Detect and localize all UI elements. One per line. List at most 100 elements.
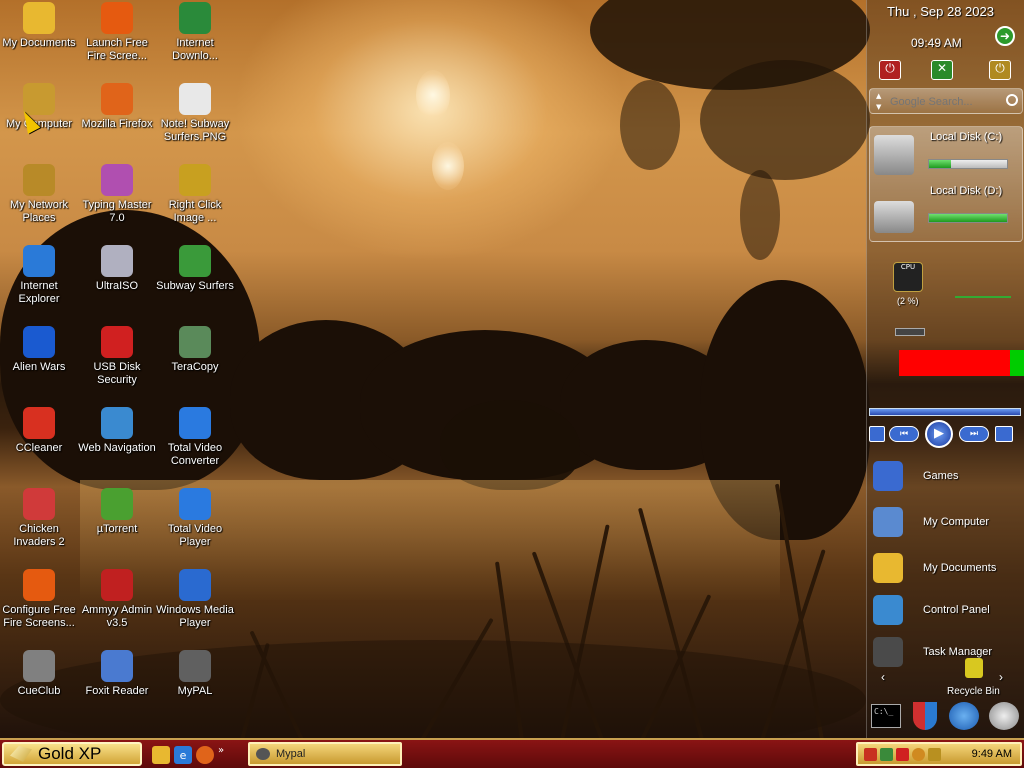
tray-search-icon[interactable] xyxy=(928,747,941,761)
desktop-icon[interactable]: Chicken Invaders 2 xyxy=(0,488,78,566)
desktop-icon[interactable]: Ammyy Admin v3.5 xyxy=(78,569,156,647)
alien-wars-icon xyxy=(23,326,55,358)
recycle-bin-icon[interactable] xyxy=(965,658,983,678)
disk-d-usage-fill xyxy=(929,214,1007,222)
sidebar-item-label: Task Manager xyxy=(923,646,993,658)
taskbar-button-mypal[interactable]: Mypal xyxy=(248,742,402,766)
start-button[interactable]: Gold XP xyxy=(2,742,142,766)
sidebar-scroll-left-icon[interactable]: ‹ xyxy=(881,670,885,684)
restart-button[interactable]: ✕ xyxy=(931,60,953,80)
search-icon[interactable] xyxy=(1006,94,1018,106)
desktop-icon[interactable]: My Documents xyxy=(0,2,78,80)
disk-c-usage-fill xyxy=(929,160,951,168)
desktop-icon[interactable]: Note! Subway Surfers.PNG xyxy=(156,83,234,161)
desktop-icon-label: TeraCopy xyxy=(171,361,219,373)
disk-c-label: Local Disk (C:) xyxy=(930,131,1003,143)
desktop-icon[interactable]: Typing Master 7.0 xyxy=(78,164,156,242)
media-seek-bar[interactable] xyxy=(869,408,1021,416)
cpu-percent: (2 %) xyxy=(897,296,919,306)
show-desktop-icon[interactable] xyxy=(152,746,170,764)
desktop-icon[interactable]: UltraISO xyxy=(78,245,156,323)
desktop-icon[interactable]: Internet Downlo... xyxy=(156,2,234,80)
gear-icon xyxy=(179,164,211,196)
stop-button[interactable] xyxy=(869,426,885,442)
recycle-bin-area: Recycle Bin ‹ › xyxy=(867,658,1024,698)
desktop-icon[interactable]: Mozilla Firefox xyxy=(78,83,156,161)
system-tray: 9:49 AM xyxy=(856,742,1022,766)
quick-launch: e » xyxy=(152,744,224,766)
taskbar-button-label: Mypal xyxy=(276,748,306,760)
taskbar-clock[interactable]: 9:49 AM xyxy=(972,748,1012,760)
teracopy-icon xyxy=(179,326,211,358)
sidebar-item-control-panel[interactable]: Control Panel xyxy=(873,590,1023,630)
desktop-icon[interactable]: MyPAL xyxy=(156,650,234,728)
desktop-icons: My Documents Launch Free Fire Scree... Int… xyxy=(0,0,240,738)
desktop-icon[interactable]: Windows Media Player xyxy=(156,569,234,647)
sidebar-scroll-right-icon[interactable]: › xyxy=(999,670,1003,684)
logoff-button[interactable]: ⏻ xyxy=(989,60,1011,80)
desktop-icon[interactable]: Alien Wars xyxy=(0,326,78,404)
desktop-icon[interactable]: CCleaner xyxy=(0,407,78,485)
tray-app-icon[interactable] xyxy=(864,747,877,761)
hard-drive-d-icon xyxy=(874,201,914,233)
desktop-icon-label: Web Navigation xyxy=(78,442,156,454)
previous-button[interactable]: ⏮ xyxy=(889,426,919,442)
play-button[interactable]: ▶ xyxy=(925,420,953,448)
typing-master-icon xyxy=(101,164,133,196)
google-search-input[interactable] xyxy=(890,93,1002,111)
desktop-icon-label: Note! Subway Surfers.PNG xyxy=(160,118,230,143)
ie-icon[interactable]: e xyxy=(174,746,192,764)
desktop-icon[interactable]: Total Video Player xyxy=(156,488,234,566)
firefox-icon[interactable] xyxy=(196,746,214,764)
desktop-icon[interactable]: Subway Surfers xyxy=(156,245,234,323)
media-player-gadget: ⏮ ▶ ⏭ xyxy=(867,392,1024,448)
mypal-icon xyxy=(256,748,270,760)
tray-network-icon[interactable] xyxy=(880,747,893,761)
media-player-icon xyxy=(179,569,211,601)
desktop-icon[interactable]: µTorrent xyxy=(78,488,156,566)
sidebar-item-games[interactable]: Games xyxy=(873,456,1023,496)
desktop-icon-label: USB Disk Security xyxy=(93,361,141,386)
next-button[interactable]: ⏭ xyxy=(959,426,989,442)
sidebar-item-my-documents[interactable]: My Documents xyxy=(873,548,1023,588)
search-arrow-up-icon[interactable]: ▲ xyxy=(876,92,881,100)
tray-clock-icon[interactable] xyxy=(912,747,925,761)
command-prompt-icon[interactable]: C:\_ xyxy=(871,704,901,728)
desktop-icon-label: µTorrent xyxy=(96,523,138,535)
converter-icon xyxy=(179,407,211,439)
arrow-right-icon[interactable]: ➜ xyxy=(995,26,1015,46)
eject-button[interactable] xyxy=(995,426,1013,442)
desktop-icon[interactable]: My Network Places xyxy=(0,164,78,242)
cpu-label: CPU xyxy=(900,263,916,271)
network-globe-icon[interactable] xyxy=(949,702,979,730)
desktop-icon[interactable]: Web Navigation xyxy=(78,407,156,485)
foliage xyxy=(740,170,780,260)
speaker-icon[interactable] xyxy=(989,702,1019,730)
desktop-icon[interactable]: Right Click Image ... xyxy=(156,164,234,242)
desktop-icon[interactable]: Configure Free Fire Screens... xyxy=(0,569,78,647)
search-arrow-down-icon[interactable]: ▼ xyxy=(876,103,881,111)
desktop-icon-label: Total Video Player xyxy=(167,523,223,548)
power-buttons: ⏻ ✕ ⏻ xyxy=(867,58,1024,84)
desktop-icon[interactable]: USB Disk Security xyxy=(78,326,156,404)
quick-launch-more-chevron[interactable]: » xyxy=(218,745,224,756)
shutdown-button[interactable]: ⏻ xyxy=(879,60,901,80)
sidebar-item-my-computer[interactable]: My Computer xyxy=(873,502,1023,542)
security-center-icon[interactable] xyxy=(913,702,937,730)
tray-usb-security-icon[interactable] xyxy=(896,747,909,761)
desktop-icon-label: My Network Places xyxy=(9,199,69,224)
desktop-icon-label: Total Video Converter xyxy=(167,442,223,467)
foliage xyxy=(620,80,680,170)
desktop-icon[interactable]: CueClub xyxy=(0,650,78,728)
desktop-icon[interactable]: My Computer xyxy=(0,83,78,161)
sidebar-bottom-icons: C:\_ xyxy=(867,700,1024,734)
cpu-graph xyxy=(955,296,1011,298)
desktop-icon[interactable]: Total Video Converter xyxy=(156,407,234,485)
desktop-icon[interactable]: Launch Free Fire Scree... xyxy=(78,2,156,80)
desktop-icon[interactable]: Internet Explorer xyxy=(0,245,78,323)
desktop-icon[interactable]: Foxit Reader xyxy=(78,650,156,728)
disk-c-usage-bar xyxy=(928,159,1008,169)
cueclub-icon xyxy=(23,650,55,682)
desktop-icon-label: Launch Free Fire Scree... xyxy=(86,37,148,62)
desktop-icon[interactable]: TeraCopy xyxy=(156,326,234,404)
